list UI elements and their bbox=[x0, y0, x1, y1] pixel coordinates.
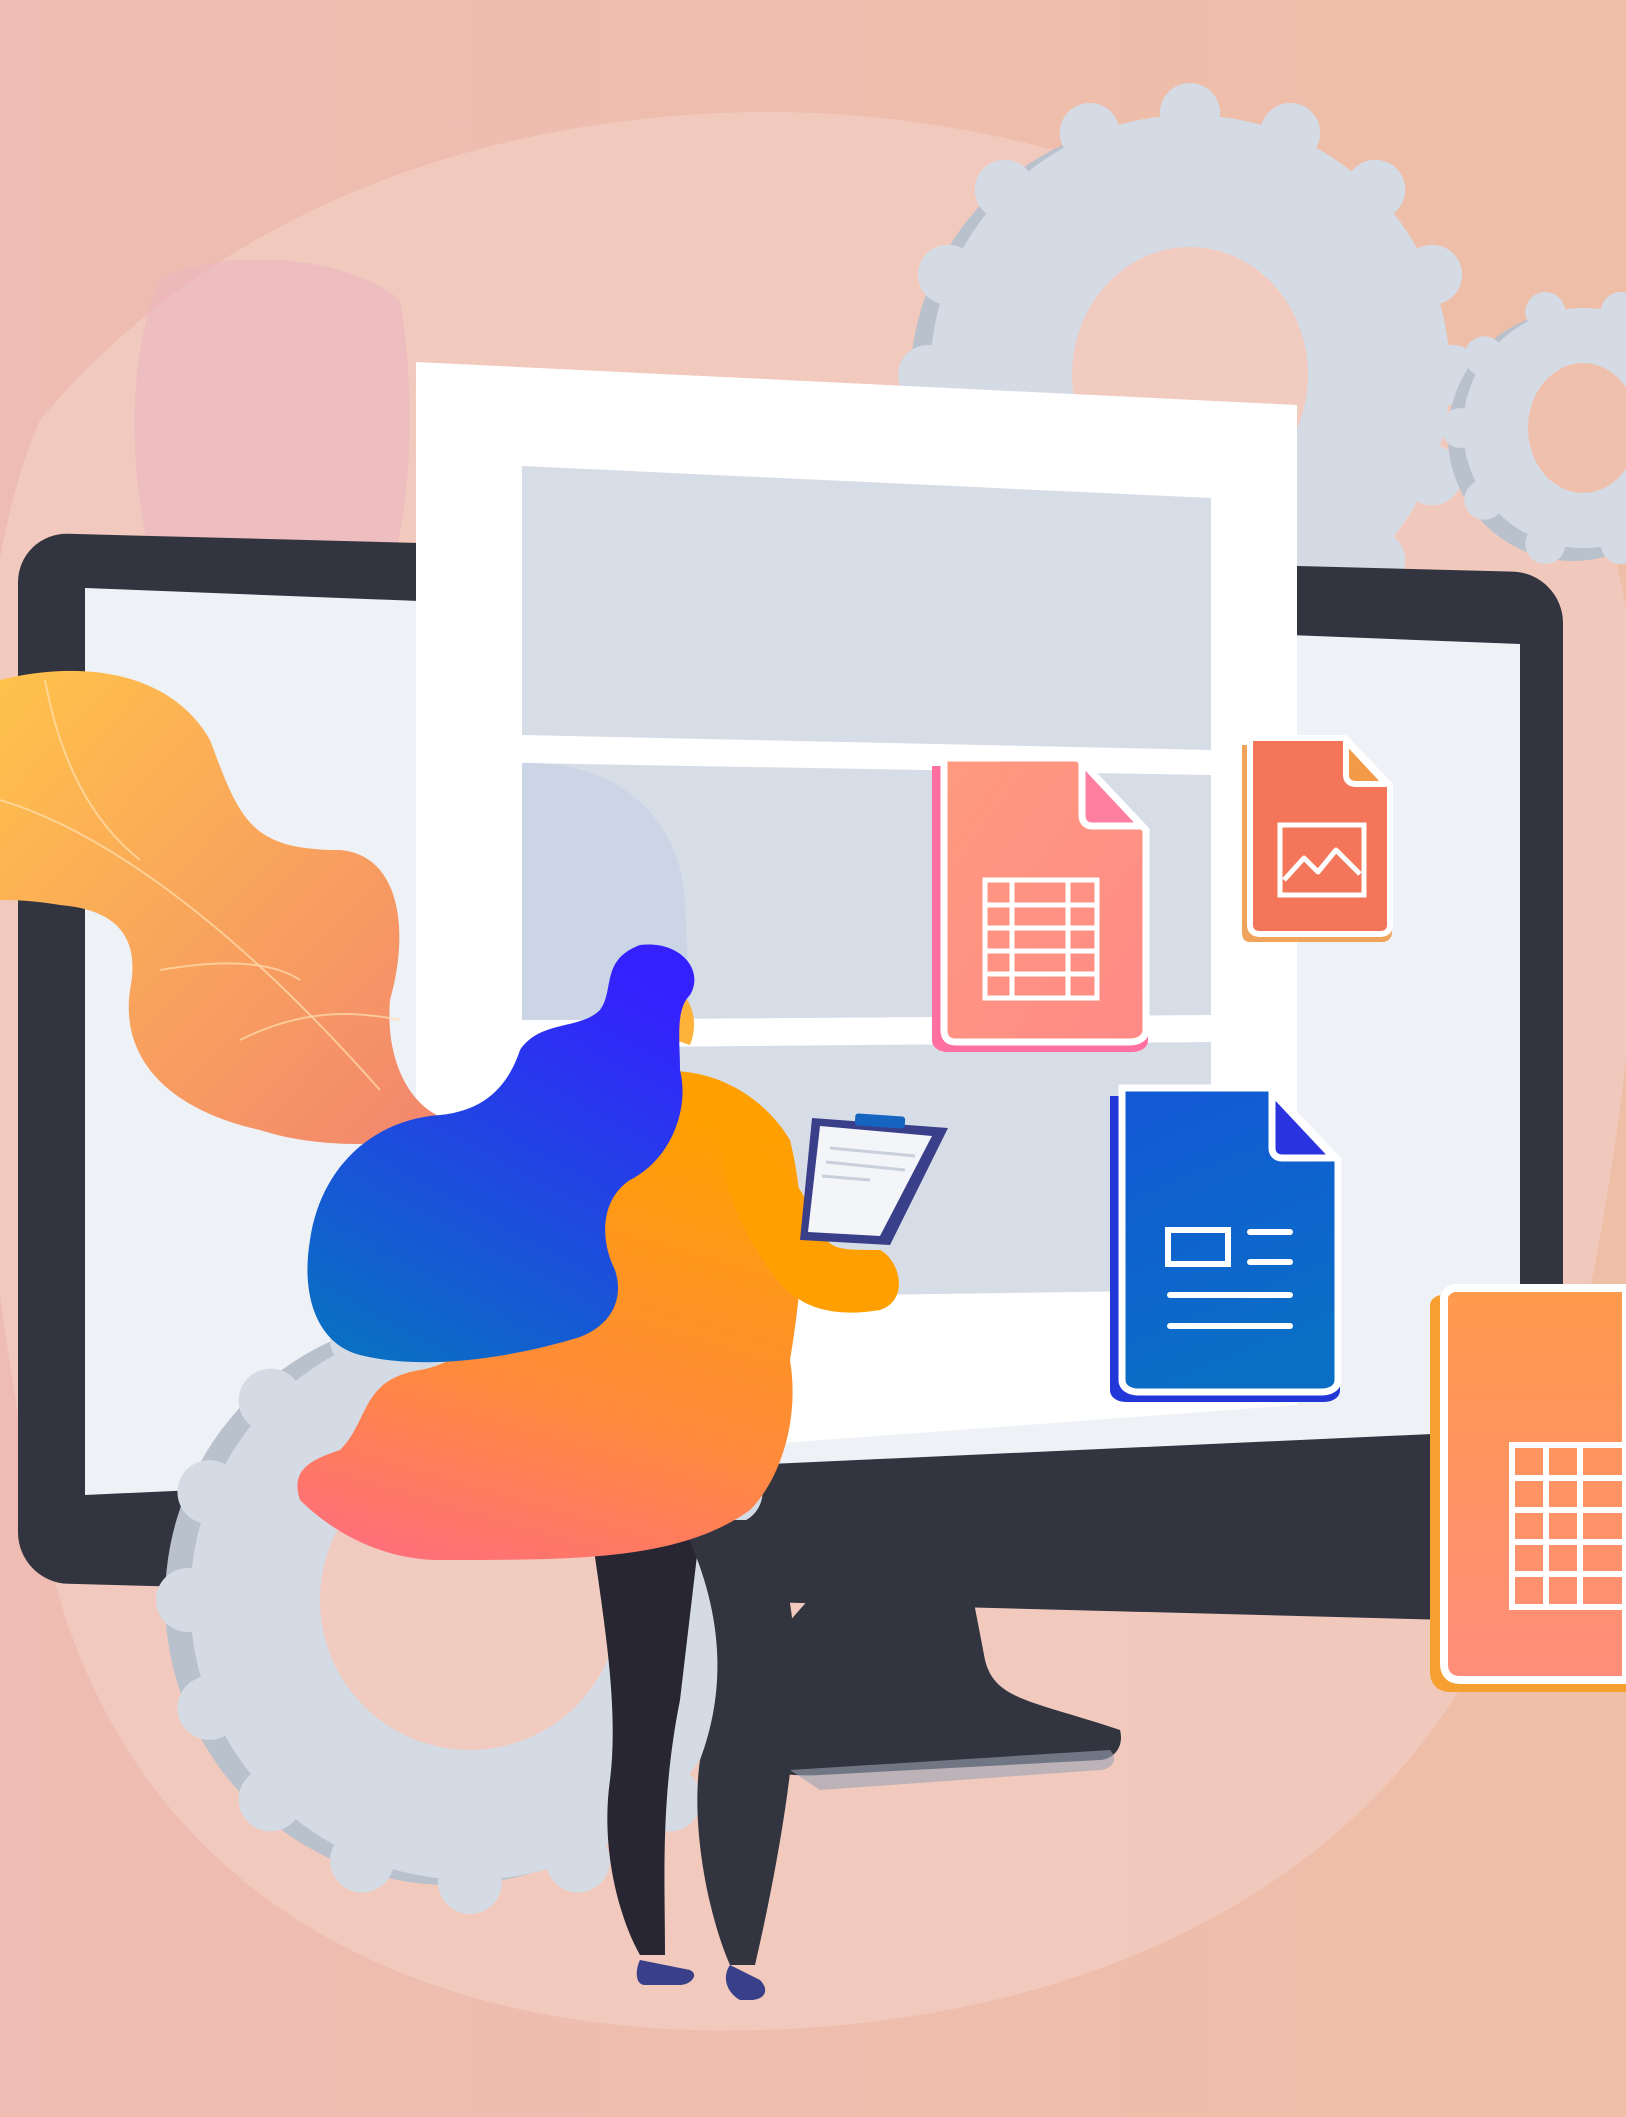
placeholder-block bbox=[522, 466, 1211, 750]
gear-tooth bbox=[974, 159, 1035, 220]
document-file-icon bbox=[1110, 1084, 1342, 1402]
gear-tooth bbox=[238, 1368, 303, 1433]
gear-tooth bbox=[1345, 159, 1406, 220]
gear-tooth bbox=[1160, 83, 1220, 143]
gear-tooth bbox=[177, 1675, 242, 1740]
gear-tooth bbox=[1260, 102, 1321, 163]
gear-tooth bbox=[917, 244, 978, 305]
image-file-icon bbox=[1242, 735, 1393, 942]
gear-tooth bbox=[545, 1828, 610, 1893]
gear-tooth bbox=[330, 1828, 395, 1893]
gear-tooth bbox=[1464, 336, 1505, 377]
spreadsheet-file-icon bbox=[932, 754, 1150, 1052]
gear-tooth bbox=[1525, 524, 1566, 565]
gear-tooth bbox=[1464, 479, 1505, 520]
gear-tooth bbox=[156, 1568, 220, 1632]
illustration-scene bbox=[0, 0, 1626, 2117]
gear-tooth bbox=[1441, 408, 1481, 448]
gear-tooth bbox=[1525, 291, 1566, 332]
gear-tooth bbox=[177, 1460, 242, 1525]
gear-tooth bbox=[238, 1767, 303, 1832]
spreadsheet-file-icon bbox=[1430, 1284, 1626, 1692]
gear-tooth bbox=[1059, 102, 1120, 163]
gear-tooth bbox=[438, 1850, 502, 1914]
gear-tooth bbox=[1402, 244, 1463, 305]
